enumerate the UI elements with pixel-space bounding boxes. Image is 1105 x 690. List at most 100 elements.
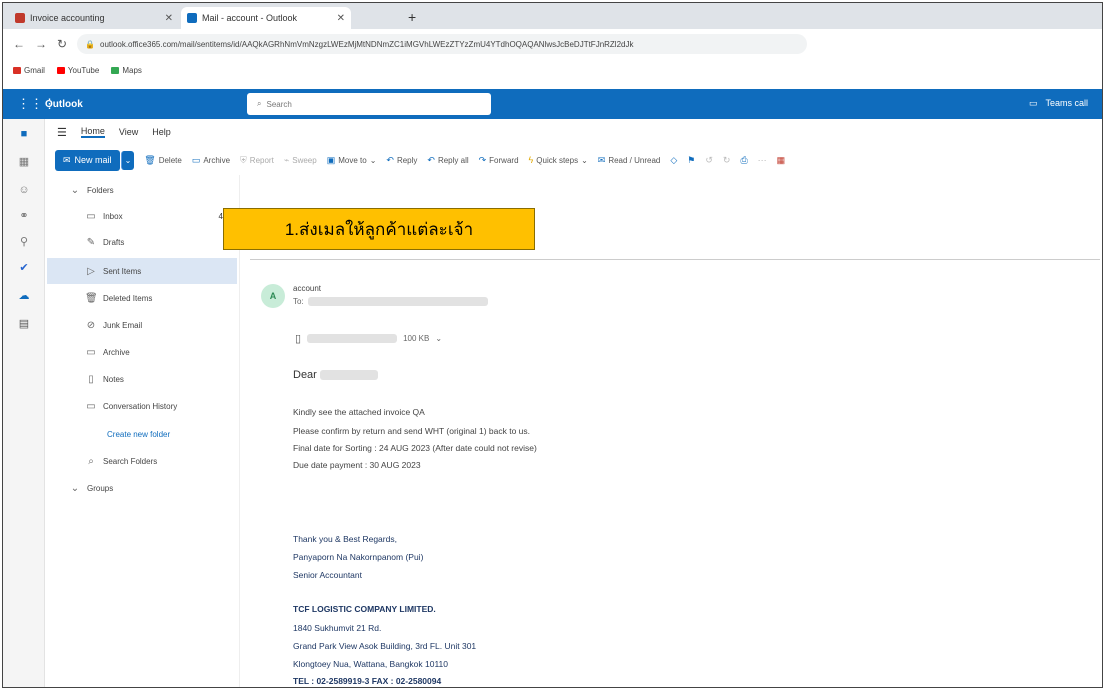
archive-button[interactable]: ▭ Archive [192, 155, 230, 166]
signature-address: Grand Park View Asok Building, 3rd FL. U… [293, 641, 477, 651]
body-line: Please confirm by return and send WHT (o… [293, 426, 531, 436]
forward-icon[interactable]: → [35, 37, 47, 51]
app-launcher-icon[interactable]: ⋮⋮⋮ [17, 96, 56, 112]
folder-drafts[interactable]: ✎ Drafts [47, 229, 237, 255]
trash-icon: 🗑 [144, 154, 156, 165]
reply-button[interactable]: ↶ Reply [386, 155, 417, 166]
redo-icon[interactable]: ↻ [723, 155, 731, 166]
chevron-down-icon[interactable]: ⌄ [435, 334, 442, 343]
menu-icon[interactable]: ☰ [57, 126, 67, 139]
folder-archive[interactable]: ▭ Archive [47, 339, 237, 365]
forward-icon: ↷ [478, 154, 487, 165]
new-mail-dropdown[interactable]: ⌄ [120, 150, 135, 170]
address-bar[interactable]: 🔒 outlook.office365.com/mail/sentitems/i… [77, 34, 808, 54]
folder-inbox[interactable]: ▭ Inbox 4 [47, 203, 237, 229]
tab-home[interactable]: Home [80, 126, 105, 138]
teams-icon[interactable]: ▭ [1029, 98, 1038, 109]
gmail-icon [15, 13, 25, 23]
archive-icon: ▭ [191, 154, 201, 165]
onedrive-icon[interactable]: ☁ [17, 289, 31, 303]
signature-address: 1840 Sukhumvit 21 Rd. [293, 623, 382, 633]
inbox-icon: ▭ [86, 210, 96, 222]
delete-button[interactable]: 🗑 Delete [144, 155, 182, 166]
tab-help[interactable]: Help [152, 127, 171, 137]
todo-icon[interactable]: ✔ [17, 261, 31, 275]
calendar-add-icon[interactable]: ▦ [777, 155, 786, 166]
groups-icon[interactable]: ⚭ [17, 209, 31, 223]
more-icon[interactable]: ⋯ [758, 155, 767, 166]
sweep-button[interactable]: ⌁ Sweep [284, 155, 317, 166]
quick-steps-button[interactable]: ϟ Quick steps ⌄ [529, 155, 588, 165]
trash-icon: 🗑 [85, 292, 98, 304]
move-to-button[interactable]: ▣ Move to ⌄ [327, 155, 377, 166]
bookmarks-bar: Gmail YouTube Maps [3, 59, 1102, 81]
gmail-icon [13, 66, 21, 74]
teams-call-button[interactable]: Teams call [1045, 98, 1088, 109]
tab-outlook[interactable]: Mail - account - Outlook ✕ [181, 7, 351, 29]
mail-icon[interactable]: ■ [17, 127, 31, 141]
ribbon-toolbar: ✉ New mail ⌄ 🗑 Delete ▭ Archive ⛨ Report ⌁ S… [55, 147, 1100, 173]
folder-deleted-items[interactable]: 🗑 Deleted Items [47, 285, 237, 311]
chevron-down-icon: ⌄ [70, 184, 80, 196]
file-icon: ▯ [295, 332, 302, 345]
create-new-folder-link[interactable]: Create new folder [47, 421, 237, 447]
attach-icon[interactable]: ⚲ [17, 235, 31, 249]
outlook-icon [187, 13, 197, 23]
new-mail-button[interactable]: ✉ New mail [55, 149, 120, 171]
recipient-line: To: [293, 297, 488, 306]
tab-view[interactable]: View [119, 127, 138, 137]
annotation-callout: 1.ส่งเมลให้ลูกค้าแต่ละเจ้า [223, 208, 535, 282]
undo-icon[interactable]: ↺ [705, 155, 713, 166]
bookmark-maps[interactable]: Maps [111, 66, 142, 75]
ribbon-tabs: ☰ Home View Help [47, 121, 171, 143]
bookmark-gmail[interactable]: Gmail [13, 66, 45, 75]
signature-company: TCF LOGISTIC COMPANY LIMITED. [293, 604, 436, 614]
people-icon[interactable]: ☺ [17, 183, 31, 197]
body-line: Kindly see the attached invoice QA [293, 407, 425, 417]
apps-icon[interactable]: ▤ [17, 317, 31, 331]
lock-icon: 🔒 [85, 39, 96, 49]
recipient-redacted [307, 297, 488, 306]
envelope-open-icon: ✉ [597, 154, 606, 165]
tab-invoice[interactable]: Invoice accounting ✕ [9, 7, 179, 29]
folder-icon: ▭ [86, 400, 96, 412]
new-tab-button[interactable]: + [408, 9, 416, 25]
calendar-icon[interactable]: ▦ [17, 155, 31, 169]
tag-icon[interactable]: ◇ [670, 155, 677, 166]
bookmark-youtube[interactable]: YouTube [56, 66, 99, 75]
signature-address: Klongtoey Nua, Wattana, Bangkok 10110 [293, 659, 448, 669]
close-icon[interactable]: ✕ [165, 13, 173, 24]
reload-icon[interactable]: ↻ [57, 37, 67, 51]
outlook-header: ⋮⋮⋮ Outlook ⌕ Search ▭ Teams call [3, 89, 1102, 119]
name-redacted [319, 370, 378, 381]
folder-notes[interactable]: ▯ Notes [47, 366, 237, 392]
broom-icon: ⌁ [283, 154, 290, 165]
search-folder-icon: ⌕ [88, 455, 94, 467]
attachment-size: 100 KB [403, 333, 430, 343]
flag-icon[interactable]: ⚑ [687, 155, 695, 166]
folder-junk-email[interactable]: ⊘ Junk Email [47, 312, 237, 338]
reply-all-button[interactable]: ↶ Reply all [427, 155, 468, 166]
groups-header[interactable]: ⌄ Groups [47, 475, 237, 501]
attachment-chip[interactable]: ▯ 100 KB ⌄ [289, 325, 479, 351]
folders-header[interactable]: ⌄ Folders [47, 177, 237, 203]
close-icon[interactable]: ✕ [337, 13, 345, 24]
forward-button[interactable]: ↷ Forward [479, 155, 519, 166]
search-input[interactable]: ⌕ Search [247, 93, 491, 115]
pencil-icon: ✎ [86, 236, 96, 248]
read-unread-button[interactable]: ✉ Read / Unread [598, 155, 661, 166]
reply-all-icon: ↶ [427, 154, 435, 165]
shield-icon: ⛨ [240, 154, 247, 165]
sender-name[interactable]: account [293, 284, 321, 293]
print-icon[interactable]: ⎙ [740, 155, 747, 166]
app-rail: ■ ▦ ☺ ⚭ ⚲ ✔ ☁ ▤ [3, 119, 45, 687]
signature-phone: TEL : 02-2589919-3 FAX : 02-2580094 [293, 676, 442, 686]
annotation-text: 1.ส่งเมลให้ลูกค้าแต่ละเจ้า [223, 208, 535, 250]
back-icon[interactable]: ← [13, 37, 25, 51]
report-button[interactable]: ⛨ Report [240, 155, 274, 166]
lightning-icon: ϟ [528, 155, 534, 165]
folder-sent-items[interactable]: ▷ Sent Items [47, 258, 237, 284]
folder-search-folders[interactable]: ⌕ Search Folders [47, 448, 237, 474]
folder-conversation-history[interactable]: ▭ Conversation History [47, 393, 237, 419]
greeting-line: Dear [293, 369, 378, 381]
